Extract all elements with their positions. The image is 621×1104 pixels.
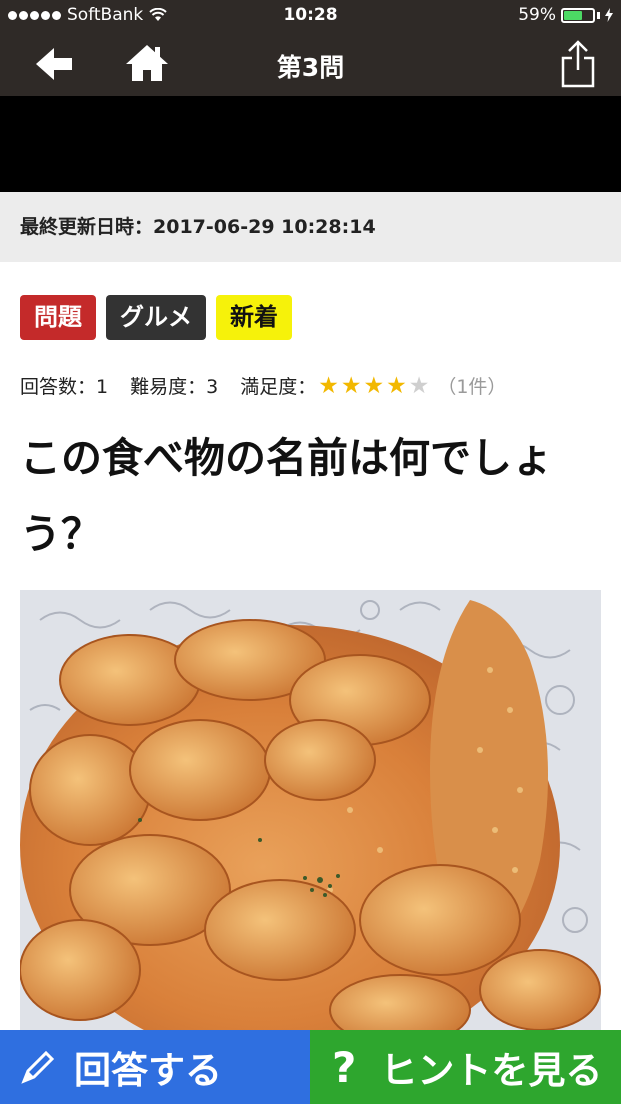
star-icon: ★ bbox=[363, 372, 385, 399]
question-text: この食べ物の名前は何でしょう？ bbox=[20, 434, 553, 558]
tag-list: 問題 グルメ 新着 bbox=[20, 295, 292, 340]
answer-button-label: 回答する bbox=[74, 1049, 222, 1092]
pencil-icon bbox=[21, 1050, 55, 1084]
star-icon: ★ bbox=[318, 372, 339, 399]
page-title: 第3問 bbox=[276, 53, 345, 82]
tag-question: 問題 bbox=[20, 295, 96, 340]
battery-percent: 59% bbox=[518, 5, 556, 25]
star-icon: ★ bbox=[340, 372, 362, 399]
share-icon bbox=[561, 40, 595, 88]
battery-icon bbox=[561, 7, 595, 23]
tag-gourmet: グルメ bbox=[106, 295, 206, 340]
status-bar: SoftBank 10:28 59% bbox=[0, 0, 621, 32]
difficulty: 難易度：3 bbox=[130, 376, 219, 398]
star-empty-icon: ★ bbox=[408, 372, 430, 399]
question-mark-icon: ? bbox=[332, 1042, 357, 1092]
question-meta: 回答数：1 難易度：3 満足度： ★ ★ ★ ★ ★ （1件） bbox=[20, 372, 506, 399]
charging-icon bbox=[605, 8, 613, 22]
satisfaction-label: 満足度： bbox=[240, 376, 317, 398]
review-count: （1件） bbox=[437, 376, 507, 398]
star-icon: ★ bbox=[386, 372, 407, 399]
share-button[interactable] bbox=[558, 40, 598, 88]
nav-bar: 第3問 bbox=[0, 32, 621, 96]
rating-stars: ★ ★ ★ ★ ★ bbox=[318, 373, 429, 399]
food-photo bbox=[20, 590, 601, 1030]
last-updated: 最終更新日時：2017-06-29 10:28:14 bbox=[0, 192, 621, 262]
tag-new: 新着 bbox=[216, 295, 292, 340]
ad-banner bbox=[0, 96, 621, 192]
battery-group: 59% bbox=[518, 5, 613, 25]
answer-count: 回答数：1 bbox=[20, 376, 109, 398]
answer-button[interactable]: 回答する bbox=[0, 1030, 310, 1104]
hint-button-label: ヒントを見る bbox=[380, 1049, 603, 1092]
hint-button[interactable]: ? ヒントを見る bbox=[310, 1030, 621, 1104]
